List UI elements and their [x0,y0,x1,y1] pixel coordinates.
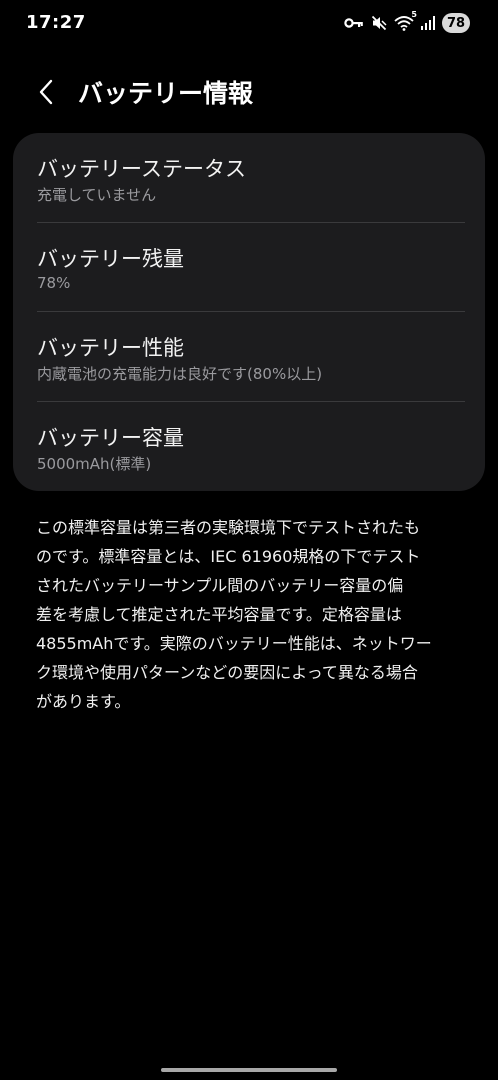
battery-status-value: 充電していません [37,186,157,204]
battery-capacity-item[interactable]: バッテリー容量 5000mAh(標準) [13,402,485,492]
battery-level-item[interactable]: バッテリー残量 78% [13,223,485,312]
status-time: 17:27 [26,12,86,33]
signal-icon [421,16,435,30]
description-line: があります。 [36,692,131,711]
description-line: のです。標準容量とは、IEC 61960規格の下でテスト [36,547,421,566]
battery-level-value: 78% [37,273,71,292]
battery-level-title: バッテリー残量 [37,246,184,271]
battery-capacity-title: バッテリー容量 [37,425,184,450]
battery-performance-item[interactable]: バッテリー性能 内蔵電池の充電能力は良好です(80%以上) [13,312,485,402]
wifi-icon: 5 [394,10,417,31]
description-line: 4855mAhです。実際のバッテリー性能は、ネットワー [36,634,432,653]
battery-status-title: バッテリーステータス [37,157,246,181]
key-icon [344,17,364,29]
capacity-description: この標準容量は第三者の実験環境下でテストされたも のです。標準容量とは、IEC … [36,513,472,716]
battery-capacity-value: 5000mAh(標準) [37,454,152,473]
description-line: この標準容量は第三者の実験環境下でテストされたも [36,518,421,537]
header: バッテリー情報 [0,68,498,116]
description-line: 差を考慮して推定された平均容量です。定格容量は [36,605,402,624]
battery-status-item[interactable]: バッテリーステータス 充電していません [13,133,485,223]
mute-icon [371,15,387,31]
page-title: バッテリー情報 [78,79,254,108]
status-bar: 17:27 5 78 [0,0,498,44]
description-line: されたバッテリーサンプル間のバッテリー容量の偏 [36,576,404,595]
battery-performance-value: 内蔵電池の充電能力は良好です(80%以上) [37,365,323,383]
battery-info-card: バッテリーステータス 充電していません バッテリー残量 78% バッテリー性能 … [13,133,485,491]
status-icons: 5 78 [344,10,470,34]
chevron-left-icon [39,79,53,105]
battery-performance-title: バッテリー性能 [37,336,184,360]
description-line: ク環境や使用パターンなどの要因によって異なる場合 [36,663,418,682]
back-button[interactable] [32,78,60,106]
battery-level-badge: 78 [442,13,470,33]
wifi-band-label: 5 [411,10,417,19]
home-indicator[interactable] [161,1068,337,1072]
